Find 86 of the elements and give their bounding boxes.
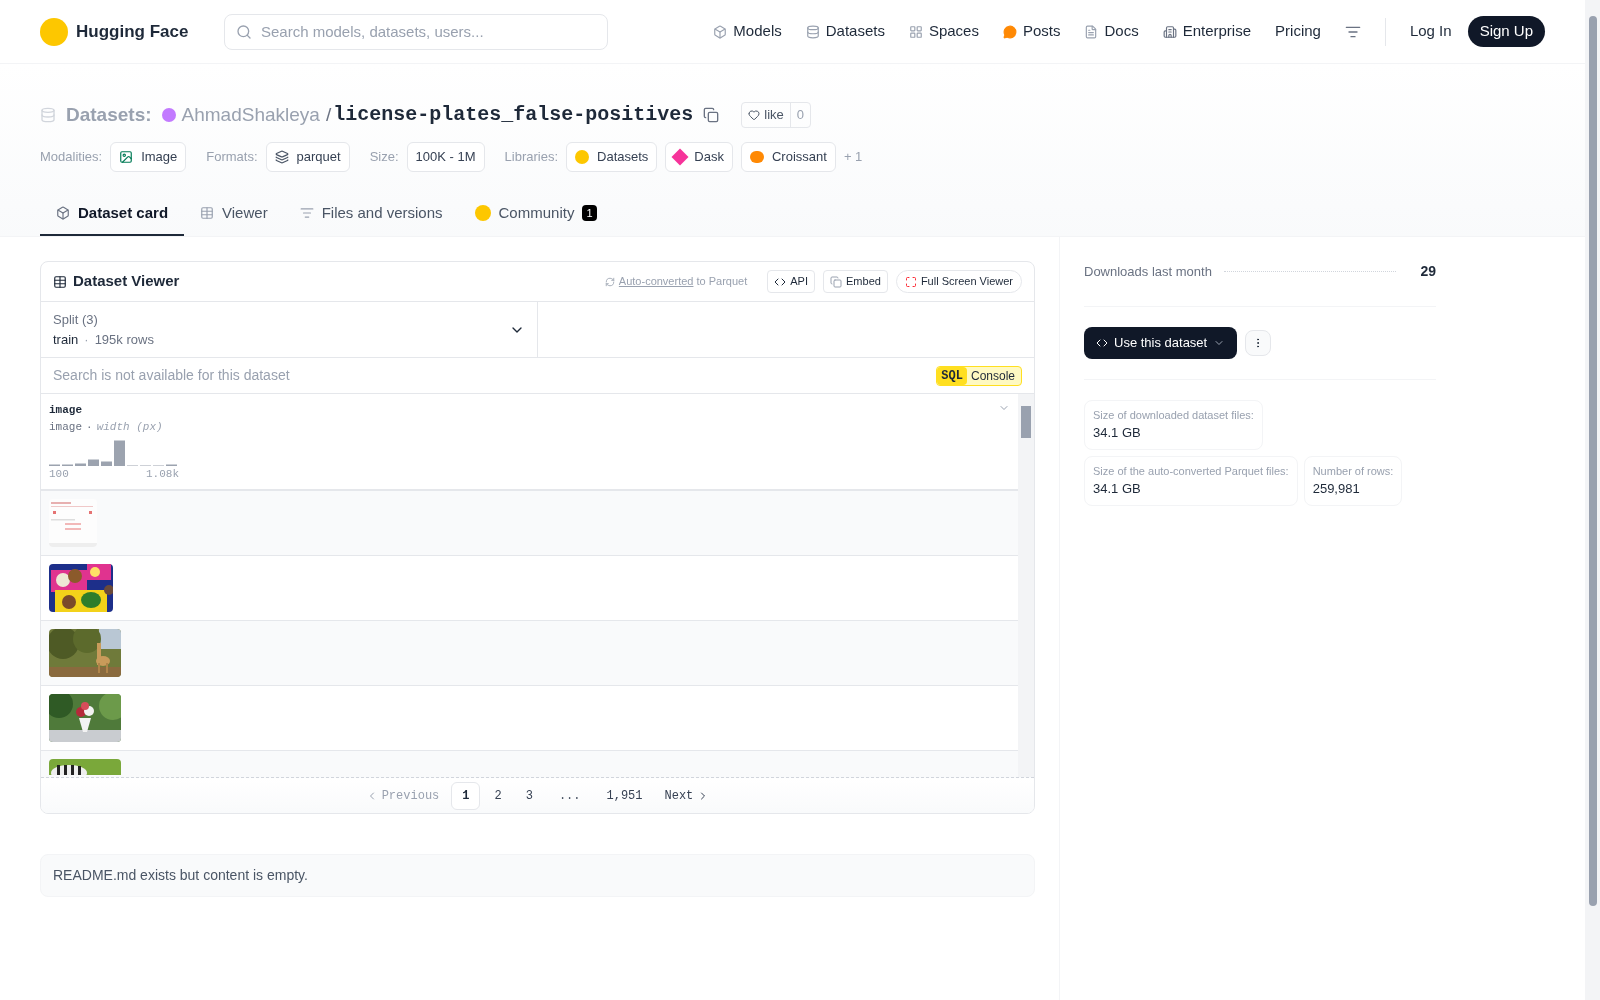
tag-group-label: Modalities: xyxy=(40,148,103,166)
layers-icon xyxy=(274,149,289,164)
count-badge: 1 xyxy=(582,204,597,221)
search-field[interactable]: Search models, datasets, users... xyxy=(224,13,608,50)
like-button[interactable]: like 0 xyxy=(741,102,811,128)
stat-value: 34.1 GB xyxy=(1093,480,1142,498)
stat-value: 259,981 xyxy=(1312,480,1361,498)
tag-group-label: Libraries: xyxy=(504,148,559,166)
tab[interactable]: Dataset card xyxy=(40,191,185,236)
image-icon xyxy=(119,149,134,164)
page-ellipsis: ... xyxy=(557,787,582,805)
like-label: like xyxy=(764,106,784,125)
stat-label: Number of rows: xyxy=(1312,463,1394,479)
table-icon xyxy=(53,274,67,289)
stat-label: Size of the auto-converted Parquet files: xyxy=(1093,463,1289,479)
stat-value: 34.1 GB xyxy=(1093,424,1142,442)
split-label: Split (3) xyxy=(53,311,99,329)
tag-group-label: Size: xyxy=(369,148,399,166)
like-count: 0 xyxy=(789,103,810,127)
database-icon xyxy=(805,24,820,39)
list-icon xyxy=(299,205,314,220)
building-icon xyxy=(1162,24,1177,39)
column-name: image xyxy=(49,403,83,418)
downloads-count: 29 xyxy=(1420,262,1436,281)
path-separator: / xyxy=(325,102,332,127)
tag-chip[interactable]: Dask xyxy=(665,142,733,172)
nav-link[interactable]: Enterprise xyxy=(1162,20,1252,43)
login-link[interactable]: Log In xyxy=(1409,20,1452,43)
downloads-label: Downloads last month xyxy=(1084,262,1212,281)
document-icon xyxy=(1084,24,1099,39)
sql-console-button[interactable]: SQL Console xyxy=(936,365,1022,386)
copy-icon xyxy=(830,275,842,288)
nav-link[interactable]: Models xyxy=(713,20,782,43)
separator-dot: · xyxy=(86,419,93,435)
page-link[interactable]: 2 xyxy=(484,782,512,809)
grid-icon xyxy=(908,24,923,39)
brand-name[interactable]: Hugging Face xyxy=(76,18,189,45)
viewer-button[interactable]: Embed xyxy=(823,270,888,293)
page-scrollbar[interactable] xyxy=(1585,0,1600,1000)
stat-label: Size of downloaded dataset files: xyxy=(1093,407,1254,423)
tag-group-label: Formats: xyxy=(206,148,258,166)
readme-notice: README.md exists but content is empty. xyxy=(40,854,1035,897)
column-type: image xyxy=(49,419,82,435)
scrollbar[interactable] xyxy=(1018,394,1034,777)
next-link[interactable]: Next xyxy=(656,786,718,805)
tag-chip[interactable]: 100K - 1M xyxy=(406,142,485,172)
page-link[interactable]: 1,951 xyxy=(596,782,653,809)
avatar-icon xyxy=(161,108,176,122)
speech-bubble-icon xyxy=(1002,24,1017,39)
signup-button[interactable]: Sign Up xyxy=(1467,16,1545,47)
row-count: 195k rows xyxy=(94,330,154,349)
dataset-name[interactable]: license-plates_false-positives xyxy=(333,100,694,130)
page-link[interactable]: 1 xyxy=(451,781,481,810)
nav-link[interactable]: Spaces xyxy=(908,20,979,43)
split-select[interactable]: Split (3) train · 195k rows xyxy=(41,302,538,357)
table-icon xyxy=(200,205,215,220)
separator-dot: · xyxy=(84,330,89,349)
nav-link[interactable]: Docs xyxy=(1084,20,1139,43)
refresh-icon xyxy=(604,276,615,287)
use-dataset-button[interactable]: Use this dataset xyxy=(1084,327,1238,359)
tag-chip[interactable]: parquet xyxy=(265,142,350,172)
viewer-button[interactable]: API xyxy=(767,270,815,293)
database-icon xyxy=(40,107,56,123)
table-row[interactable] xyxy=(41,621,1018,686)
logo-icon[interactable] xyxy=(40,17,68,46)
tag-chip[interactable]: Croissant xyxy=(740,142,836,172)
column-stat: width (px) xyxy=(96,419,163,435)
tab[interactable]: Files and versions xyxy=(283,191,459,236)
conversion-note: Auto-converted to Parquet xyxy=(618,274,748,290)
search-icon xyxy=(236,23,252,40)
tag-chip[interactable]: Image xyxy=(110,142,187,172)
page-link[interactable]: 3 xyxy=(515,782,543,809)
axis-min: 100 xyxy=(49,467,69,482)
heart-icon xyxy=(748,109,761,121)
copy-icon[interactable] xyxy=(703,107,720,123)
tab[interactable]: Community 1 xyxy=(458,191,613,236)
nav-link[interactable]: Posts xyxy=(1002,20,1061,43)
fullscreen-icon xyxy=(904,275,917,288)
tag-chip[interactable]: Datasets xyxy=(566,142,658,172)
axis-max: 1.08k xyxy=(146,467,179,482)
tab[interactable]: Viewer xyxy=(184,191,284,236)
nav-link[interactable]: Pricing xyxy=(1275,20,1321,43)
split-value: train xyxy=(53,330,79,349)
viewer-title: Dataset Viewer xyxy=(73,271,180,292)
nav-link[interactable]: Datasets xyxy=(805,20,885,43)
sql-label: SQL xyxy=(937,366,967,385)
